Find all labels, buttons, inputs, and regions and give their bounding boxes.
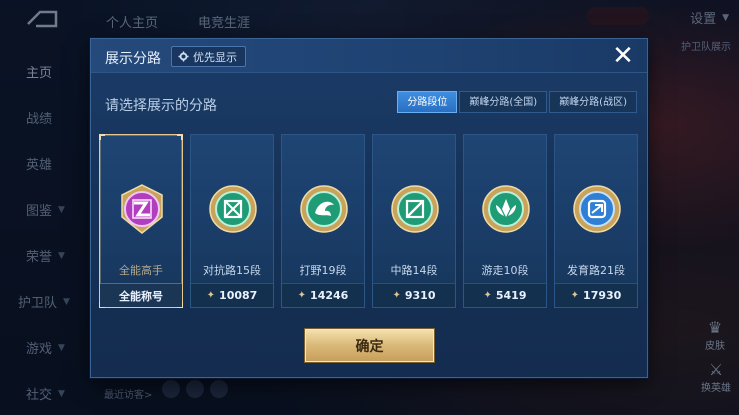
dialog-header: 展示分路 优先显示 ✕ [91, 39, 647, 73]
lane-card-clash[interactable]: 对抗路15段 ✦ 10087 [190, 134, 274, 308]
mid-lane-badge-icon [391, 185, 439, 233]
lane-card-jungle[interactable]: 打野19段 ✦ 14246 [281, 134, 365, 308]
lane-card-farm[interactable]: 发育路21段 ✦ 17930 [554, 134, 638, 308]
lane-footer: ✦ 17930 [555, 283, 637, 307]
lane-name: 全能高手 [119, 264, 163, 277]
lane-name: 发育路21段 [567, 264, 625, 277]
lane-footer: 全能称号 [100, 283, 182, 307]
confirm-button[interactable]: 确定 [305, 329, 434, 362]
priority-display-label: 优先显示 [193, 50, 237, 64]
tab-peak-region[interactable]: 巅峰分路(战区) [549, 91, 637, 113]
lane-display-dialog: 展示分路 优先显示 ✕ 请选择展示的分路 分路段位 巅峰分路(全国) 巅峰分路(… [90, 38, 648, 378]
close-button[interactable]: ✕ [609, 41, 637, 71]
peak-points-icon: ✦ [483, 290, 492, 301]
select-lane-prompt: 请选择展示的分路 [105, 98, 217, 114]
lane-footer: ✦ 10087 [191, 283, 273, 307]
gear-icon [178, 51, 189, 62]
lane-cards: 全能高手 全能称号 对抗路15段 ✦ 10087 打野19段 ✦ 14246 中… [99, 134, 638, 308]
peak-points-icon: ✦ [206, 290, 216, 301]
close-icon: ✕ [612, 41, 634, 71]
clash-lane-badge-icon [209, 185, 257, 233]
lane-card-mid[interactable]: 中路14段 ✦ 9310 [372, 134, 456, 308]
lane-points: 9310 [404, 289, 436, 302]
lane-card-allround[interactable]: 全能高手 全能称号 [99, 134, 183, 308]
lane-points: 5419 [495, 289, 527, 302]
allround-badge-icon [121, 184, 163, 234]
tab-peak-national[interactable]: 巅峰分路(全国) [459, 91, 548, 113]
lane-type-tabs: 分路段位 巅峰分路(全国) 巅峰分路(战区) [397, 91, 637, 113]
lane-card-roam[interactable]: 游走10段 ✦ 5419 [463, 134, 547, 308]
jungle-badge-icon [300, 185, 348, 233]
roam-badge-icon [482, 185, 530, 233]
allround-title-label: 全能称号 [119, 289, 163, 303]
priority-display-button[interactable]: 优先显示 [171, 46, 246, 67]
lane-footer: ✦ 9310 [373, 283, 455, 307]
dialog-title: 展示分路 [105, 51, 161, 67]
lane-name: 中路14段 [390, 264, 438, 277]
lane-points: 10087 [219, 289, 258, 302]
lane-name: 对抗路15段 [203, 264, 261, 277]
peak-points-icon: ✦ [570, 290, 580, 301]
lane-footer: ✦ 5419 [464, 283, 546, 307]
lane-name: 打野19段 [299, 264, 347, 277]
peak-points-icon: ✦ [392, 290, 401, 301]
selection-corner [177, 134, 183, 140]
lane-footer: ✦ 14246 [282, 283, 364, 307]
lane-name: 游走10段 [481, 264, 529, 277]
peak-points-icon: ✦ [297, 290, 307, 301]
farm-lane-badge-icon [573, 185, 621, 233]
selection-corner [99, 134, 105, 140]
tab-lane-rank[interactable]: 分路段位 [397, 91, 458, 113]
lane-points: 14246 [310, 289, 349, 302]
lane-points: 17930 [583, 289, 622, 302]
